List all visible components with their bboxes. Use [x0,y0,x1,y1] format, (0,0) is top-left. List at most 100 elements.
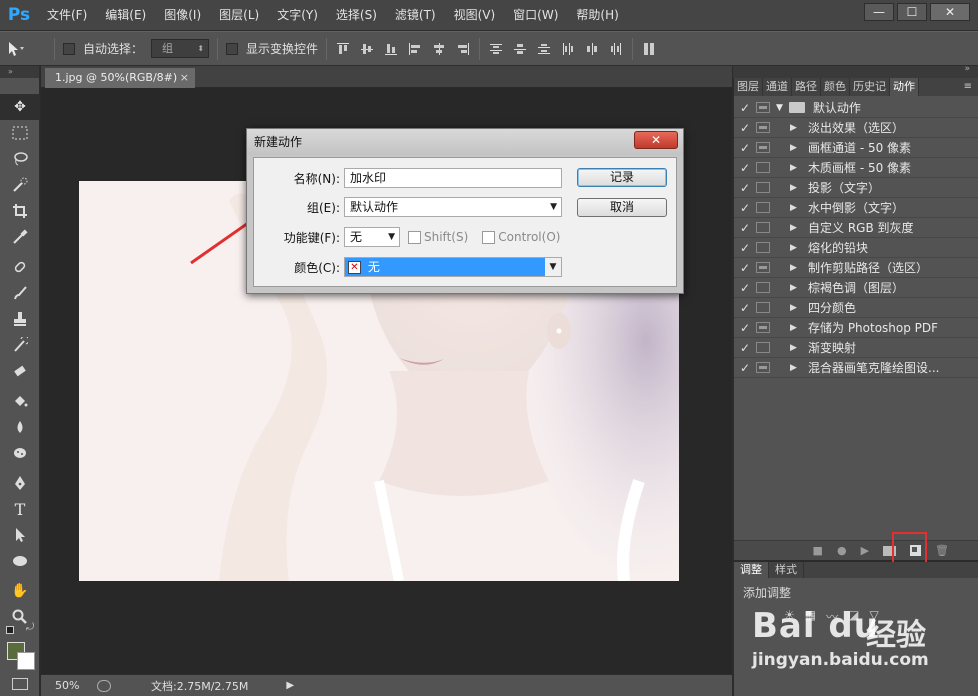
quick-select-tool-icon[interactable] [0,172,40,198]
menu-filter[interactable]: 滤镜(T) [386,0,445,31]
menu-select[interactable]: 选择(S) [327,0,386,31]
tab-layers[interactable]: 图层 [734,78,763,96]
panel-collapse-icon[interactable]: » [964,64,970,74]
dialog-toggle-icon[interactable] [756,122,770,133]
hand-tool-icon[interactable]: ✋ [0,578,40,604]
toggle-check-icon[interactable]: ✓ [734,121,756,135]
expand-triangle-icon[interactable]: ▶ [790,183,800,193]
path-selection-tool-icon[interactable] [0,522,40,548]
swap-colors-icon[interactable]: ⤾ [26,622,34,633]
expand-triangle-icon[interactable]: ▶ [790,323,800,333]
action-row[interactable]: ✓ ▶ 淡出效果（选区） [734,118,978,138]
document-tab[interactable]: 1.jpg @ 50%(RGB/8#) × [45,68,195,88]
maximize-button[interactable]: ☐ [897,3,927,21]
expand-triangle-icon[interactable]: ▶ [790,363,800,373]
align-left-icon[interactable] [407,41,423,57]
history-brush-tool-icon[interactable] [0,332,40,358]
menu-view[interactable]: 视图(V) [445,0,505,31]
action-row[interactable]: ✓ ▶ 水中倒影（文字） [734,198,978,218]
auto-select-checkbox[interactable] [63,42,75,55]
dialog-toggle-icon[interactable] [756,102,770,113]
action-row[interactable]: ✓ ▶ 自定义 RGB 到灰度 [734,218,978,238]
dialog-toggle-icon[interactable] [756,242,770,253]
exposure-icon[interactable]: ◪ [848,608,859,625]
play-icon[interactable]: ▶ [861,544,869,557]
delete-icon[interactable]: 🗑 [935,544,949,557]
expand-triangle-icon[interactable]: ▶ [790,163,800,173]
auto-select-dropdown[interactable]: 组 ⬍ [151,39,210,58]
toggle-check-icon[interactable]: ✓ [734,201,756,215]
expand-triangle-icon[interactable]: ▶ [790,343,800,353]
action-row[interactable]: ✓ ▶ 渐变映射 [734,338,978,358]
dialog-toggle-icon[interactable] [756,262,770,273]
action-row[interactable]: ✓ ▶ 投影（文字） [734,178,978,198]
tab-paths[interactable]: 路径 [792,78,821,96]
dialog-toggle-icon[interactable] [756,222,770,233]
eraser-tool-icon[interactable] [0,358,40,384]
cancel-button[interactable]: 取消 [577,198,667,217]
dialog-close-button[interactable]: ✕ [634,131,678,149]
dialog-toggle-icon[interactable] [756,162,770,173]
distribute-vcenter-icon[interactable] [512,41,528,57]
ellipse-tool-icon[interactable] [0,548,40,574]
align-vcenter-icon[interactable] [359,41,375,57]
toggle-check-icon[interactable]: ✓ [734,181,756,195]
dialog-toggle-icon[interactable] [756,322,770,333]
toggle-check-icon[interactable]: ✓ [734,261,756,275]
close-tab-icon[interactable]: × [180,68,189,88]
dialog-toggle-icon[interactable] [756,142,770,153]
distribute-left-icon[interactable] [560,41,576,57]
action-row[interactable]: ✓ ▶ 存储为 Photoshop PDF [734,318,978,338]
action-row[interactable]: ✓ ▶ 熔化的铅块 [734,238,978,258]
zoom-level[interactable]: 50% [41,679,93,692]
dialog-titlebar[interactable]: 新建动作 ✕ [247,129,683,155]
auto-align-layers-icon[interactable] [641,41,657,57]
tab-color[interactable]: 颜色 [821,78,850,96]
tab-history[interactable]: 历史记 [850,78,890,96]
action-row[interactable]: ✓ ▶ 混合器画笔克隆绘图设... [734,358,978,378]
sponge-tool-icon[interactable] [0,440,40,466]
toggle-check-icon[interactable]: ✓ [734,221,756,235]
dialog-toggle-icon[interactable] [756,282,770,293]
expand-triangle-icon[interactable]: ▶ [790,223,800,233]
align-bottom-icon[interactable] [383,41,399,57]
panel-collapse-icon[interactable]: » [0,66,39,78]
quick-mask-icon[interactable] [12,678,28,690]
move-tool-preset-icon[interactable] [6,41,46,57]
stop-icon[interactable]: ■ [813,544,823,557]
expand-triangle-icon[interactable]: ▶ [790,203,800,213]
vibrance-icon[interactable]: ▽ [869,608,878,625]
clone-stamp-tool-icon[interactable] [0,306,40,332]
toggle-check-icon[interactable]: ✓ [734,101,756,115]
align-top-icon[interactable] [335,41,351,57]
minimize-button[interactable]: — [864,3,894,21]
expand-triangle-icon[interactable]: ▶ [790,123,800,133]
dialog-toggle-icon[interactable] [756,202,770,213]
menu-layer[interactable]: 图层(L) [210,0,268,31]
expand-triangle-icon[interactable]: ▼ [776,103,783,113]
control-checkbox[interactable] [482,230,496,244]
menu-file[interactable]: 文件(F) [38,0,96,31]
shift-checkbox[interactable] [408,230,421,244]
tab-actions[interactable]: 动作 [890,78,919,96]
toggle-check-icon[interactable]: ✓ [734,281,756,295]
toggle-check-icon[interactable]: ✓ [734,241,756,255]
action-row[interactable]: ✓ ▶ 制作剪贴路径（选区） [734,258,978,278]
distribute-hcenter-icon[interactable] [584,41,600,57]
action-row[interactable]: ✓ ▶ 棕褐色调（图层） [734,278,978,298]
toggle-check-icon[interactable]: ✓ [734,341,756,355]
status-menu-arrow-icon[interactable]: ▶ [286,680,294,691]
type-tool-icon[interactable]: T [0,496,40,522]
tab-styles[interactable]: 样式 [769,562,804,578]
set-select[interactable]: 默认动作 ▼ [344,197,562,217]
expand-triangle-icon[interactable]: ▶ [790,243,800,253]
action-row[interactable]: ✓ ▶ 木质画框 - 50 像素 [734,158,978,178]
dialog-toggle-icon[interactable] [756,182,770,193]
panel-menu-icon[interactable]: ≡ [964,78,972,96]
menu-image[interactable]: 图像(I) [155,0,210,31]
function-key-select[interactable]: 无 ▼ [344,227,400,247]
color-select[interactable]: ✕ 无 ▼ [344,257,562,277]
dialog-toggle-icon[interactable] [756,342,770,353]
menu-window[interactable]: 窗口(W) [504,0,567,31]
brightness-icon[interactable]: ☀ [784,608,795,625]
